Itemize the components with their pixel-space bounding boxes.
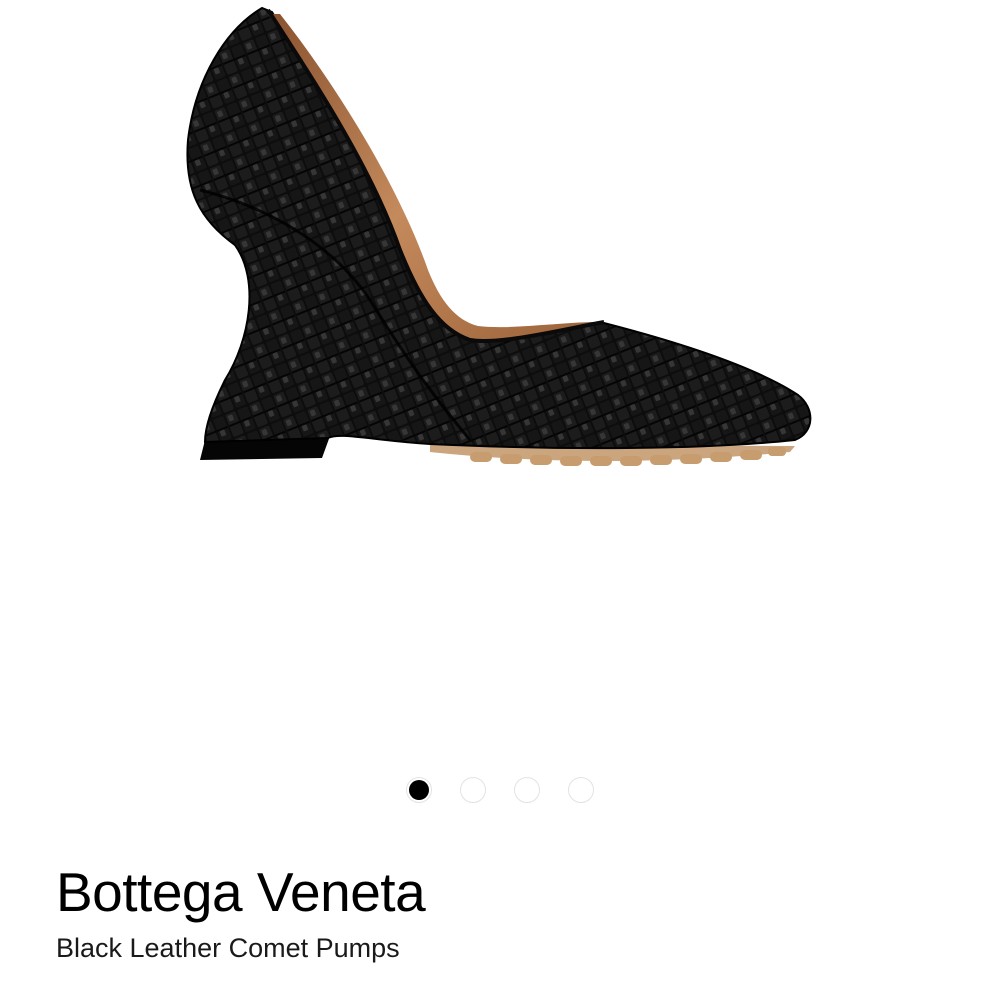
image-carousel-indicator: [0, 775, 1000, 805]
shoe-image: [186, 6, 812, 466]
product-title: Black Leather Comet Pumps: [56, 933, 400, 963]
shoe-upper: [186, 6, 812, 450]
carousel-dot-2[interactable]: [460, 777, 486, 803]
carousel-dot-3[interactable]: [514, 777, 540, 803]
carousel-dot-1[interactable]: [406, 777, 432, 803]
carousel-dot-4[interactable]: [568, 777, 594, 803]
brand-name[interactable]: Bottega Veneta: [56, 862, 426, 923]
product-image[interactable]: [0, 0, 1000, 760]
product-page: Bottega Veneta Black Leather Comet Pumps: [0, 0, 1000, 1000]
